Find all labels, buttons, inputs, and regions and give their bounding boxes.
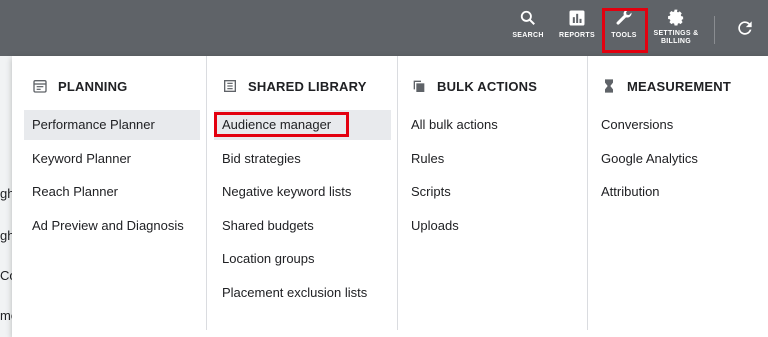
menu-item-uploads[interactable]: Uploads [403, 211, 459, 241]
shared-library-column: SHARED LIBRARY Audience manager Bid stra… [206, 56, 397, 330]
copy-icon [413, 80, 425, 92]
calendar-icon [33, 80, 47, 93]
library-icon [224, 80, 236, 92]
menu-item-performance-planner[interactable]: Performance Planner [24, 110, 200, 140]
measurement-heading: MEASUREMENT [601, 78, 731, 94]
toolbar-divider [714, 16, 715, 44]
top-bar: SEARCH REPORTS TOOLS SETTINGS & BILLING [0, 0, 768, 56]
gear-icon [668, 9, 684, 26]
menu-item-placement-exclusion-lists[interactable]: Placement exclusion lists [214, 278, 367, 308]
audience-manager-highlight [214, 112, 349, 137]
reports-label: REPORTS [559, 32, 595, 39]
shared-library-heading: SHARED LIBRARY [222, 78, 367, 94]
planning-heading: PLANNING [32, 78, 128, 94]
settings-label-line1: SETTINGS & [653, 30, 699, 37]
menu-item-scripts[interactable]: Scripts [403, 177, 451, 207]
menu-item-bid-strategies[interactable]: Bid strategies [214, 144, 301, 174]
menu-item-keyword-planner[interactable]: Keyword Planner [24, 144, 131, 174]
menu-item-attribution[interactable]: Attribution [593, 177, 660, 207]
bulk-actions-column: BULK ACTIONS All bulk actions Rules Scri… [397, 56, 587, 330]
search-icon [520, 10, 535, 25]
planning-column: PLANNING Performance Planner Keyword Pla… [24, 56, 207, 330]
menu-item-reach-planner[interactable]: Reach Planner [24, 177, 118, 207]
settings-billing-button[interactable]: SETTINGS & BILLING [652, 8, 700, 52]
settings-label-line2: BILLING [660, 38, 692, 45]
reports-button[interactable]: REPORTS [557, 8, 597, 52]
menu-item-rules[interactable]: Rules [403, 144, 444, 174]
bulk-actions-heading: BULK ACTIONS [411, 78, 537, 94]
tools-highlight [602, 8, 648, 53]
bulk-actions-heading-label: BULK ACTIONS [437, 78, 538, 94]
refresh-icon [738, 21, 752, 35]
measurement-column: MEASUREMENT Conversions Google Analytics… [587, 56, 768, 330]
menu-item-shared-budgets[interactable]: Shared budgets [214, 211, 314, 241]
menu-item-google-analytics[interactable]: Google Analytics [593, 144, 698, 174]
menu-item-location-groups[interactable]: Location groups [214, 244, 315, 274]
shared-library-heading-label: SHARED LIBRARY [248, 78, 367, 94]
tools-menu-panel: PLANNING Performance Planner Keyword Pla… [12, 56, 768, 337]
menu-item-negative-keyword-lists[interactable]: Negative keyword lists [214, 177, 351, 207]
menu-item-all-bulk-actions[interactable]: All bulk actions [403, 110, 498, 140]
hourglass-icon [605, 79, 613, 93]
reports-icon [569, 10, 585, 26]
measurement-heading-label: MEASUREMENT [627, 78, 732, 94]
planning-heading-label: PLANNING [58, 78, 128, 94]
menu-item-conversions[interactable]: Conversions [593, 110, 673, 140]
search-button[interactable]: SEARCH [510, 8, 546, 52]
menu-item-ad-preview[interactable]: Ad Preview and Diagnosis [24, 211, 184, 241]
search-label: SEARCH [512, 32, 544, 39]
